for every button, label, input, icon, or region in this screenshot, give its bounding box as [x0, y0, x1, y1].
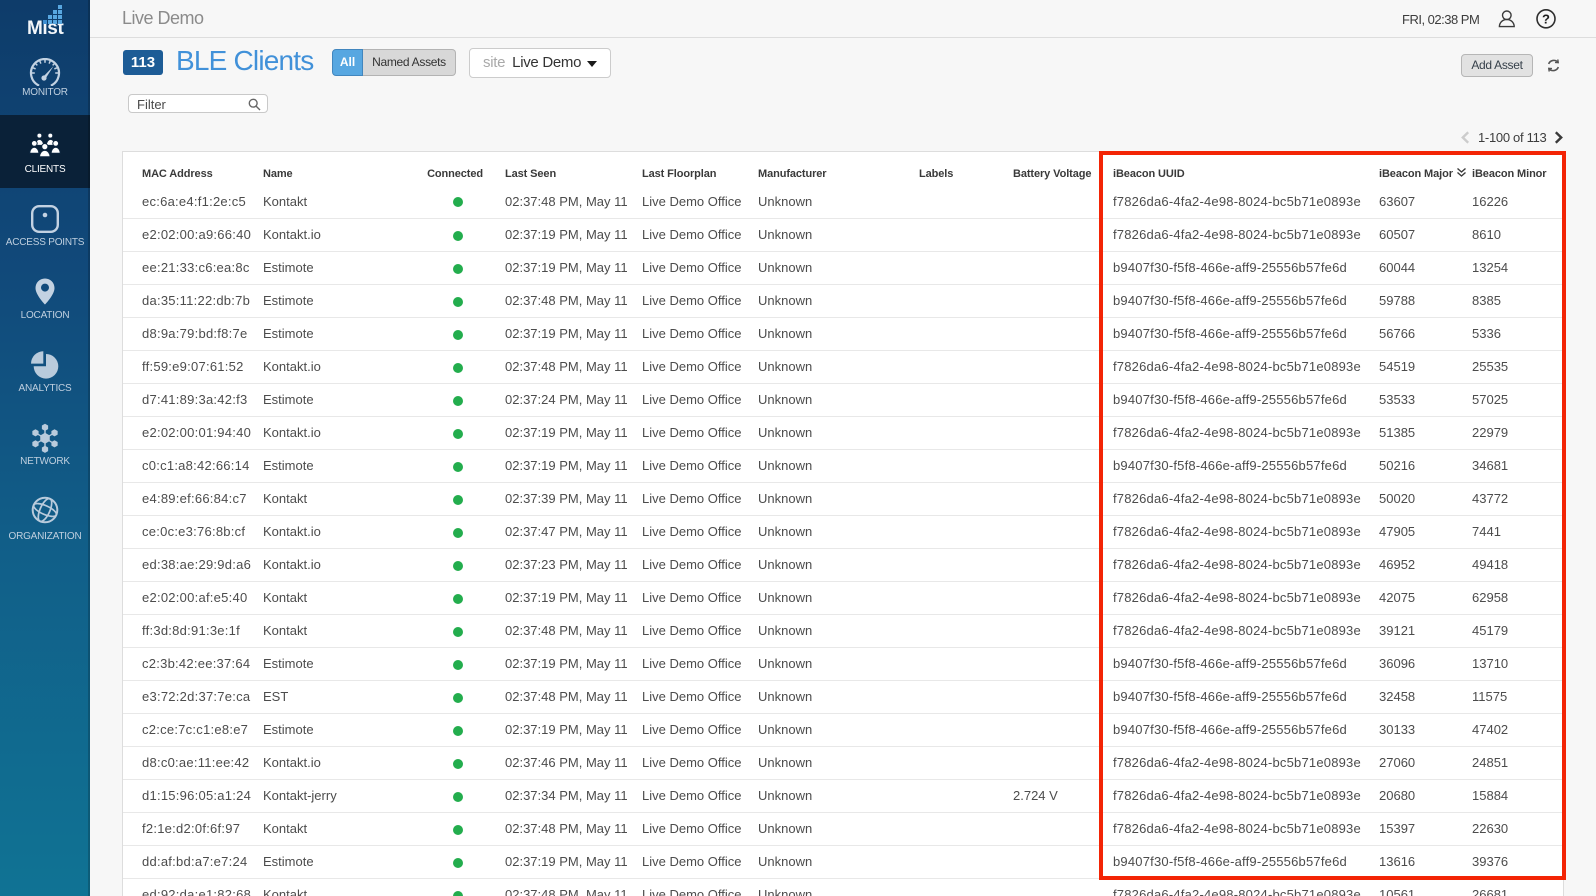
svg-text:?: ?: [1542, 12, 1550, 27]
